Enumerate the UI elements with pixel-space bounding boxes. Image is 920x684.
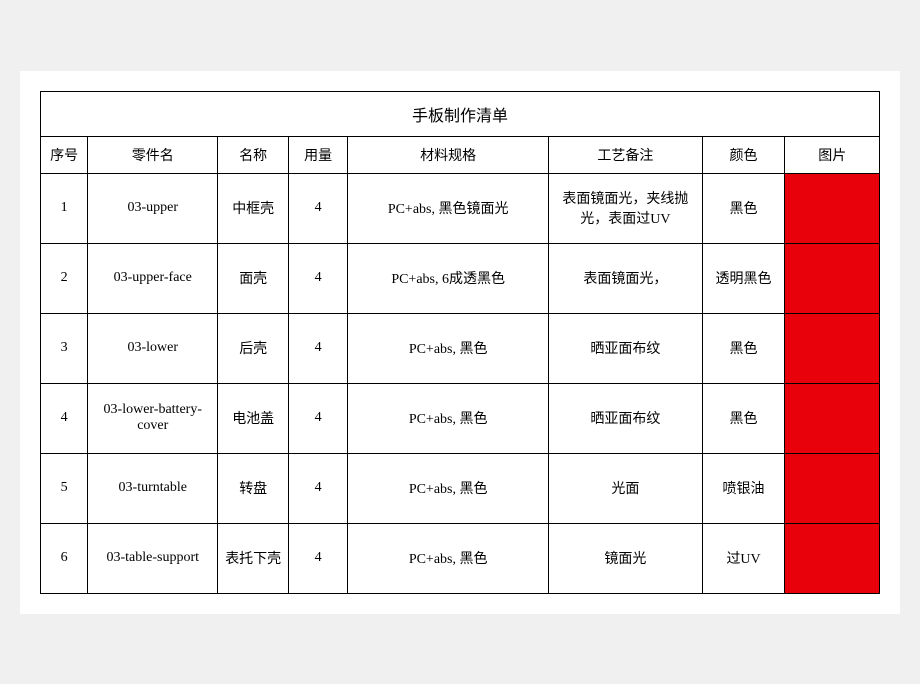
cell-seq: 1	[41, 173, 88, 243]
cell-seq: 5	[41, 453, 88, 523]
page-container: 手板制作清单 序号 零件名 名称 用量 材料规格 工艺备注 颜色 图片 103-…	[20, 71, 900, 614]
cell-qty: 4	[289, 243, 348, 313]
cell-color: 喷银油	[702, 453, 785, 523]
cell-color: 过UV	[702, 523, 785, 593]
cell-part: 03-lower	[88, 313, 218, 383]
cell-craft: 镜面光	[549, 523, 703, 593]
cell-seq: 3	[41, 313, 88, 383]
cell-qty: 4	[289, 383, 348, 453]
cell-spec: PC+abs, 黑色	[348, 453, 549, 523]
cell-craft: 晒亚面布纹	[549, 383, 703, 453]
table-row: 603-table-support表托下壳4PC+abs, 黑色镜面光过UV	[41, 523, 880, 593]
cell-color: 透明黑色	[702, 243, 785, 313]
cell-part: 03-upper	[88, 173, 218, 243]
cell-spec: PC+abs, 黑色	[348, 383, 549, 453]
cell-name: 面壳	[218, 243, 289, 313]
header-craft: 工艺备注	[549, 136, 703, 173]
cell-part: 03-upper-face	[88, 243, 218, 313]
cell-color: 黑色	[702, 313, 785, 383]
cell-color: 黑色	[702, 383, 785, 453]
main-table: 手板制作清单 序号 零件名 名称 用量 材料规格 工艺备注 颜色 图片 103-…	[40, 91, 880, 594]
cell-seq: 6	[41, 523, 88, 593]
header-color: 颜色	[702, 136, 785, 173]
cell-part: 03-turntable	[88, 453, 218, 523]
cell-img	[785, 453, 880, 523]
cell-seq: 2	[41, 243, 88, 313]
cell-craft: 表面镜面光，夹线抛光，表面过UV	[549, 173, 703, 243]
cell-img	[785, 313, 880, 383]
cell-part: 03-lower-battery-cover	[88, 383, 218, 453]
cell-name: 表托下壳	[218, 523, 289, 593]
table-title: 手板制作清单	[41, 91, 880, 136]
cell-img	[785, 173, 880, 243]
header-name: 名称	[218, 136, 289, 173]
cell-seq: 4	[41, 383, 88, 453]
header-img: 图片	[785, 136, 880, 173]
cell-name: 电池盖	[218, 383, 289, 453]
table-row: 503-turntable转盘4PC+abs, 黑色光面喷银油	[41, 453, 880, 523]
header-seq: 序号	[41, 136, 88, 173]
table-row: 303-lower后壳4PC+abs, 黑色晒亚面布纹黑色	[41, 313, 880, 383]
cell-qty: 4	[289, 523, 348, 593]
header-qty: 用量	[289, 136, 348, 173]
cell-craft: 晒亚面布纹	[549, 313, 703, 383]
cell-img	[785, 523, 880, 593]
table-row: 103-upper中框壳4PC+abs, 黑色镜面光表面镜面光，夹线抛光，表面过…	[41, 173, 880, 243]
cell-img	[785, 243, 880, 313]
cell-spec: PC+abs, 黑色镜面光	[348, 173, 549, 243]
header-spec: 材料规格	[348, 136, 549, 173]
cell-qty: 4	[289, 173, 348, 243]
cell-color: 黑色	[702, 173, 785, 243]
cell-name: 中框壳	[218, 173, 289, 243]
cell-qty: 4	[289, 453, 348, 523]
table-row: 203-upper-face面壳4PC+abs, 6成透黑色表面镜面光，透明黑色	[41, 243, 880, 313]
cell-spec: PC+abs, 黑色	[348, 313, 549, 383]
table-row: 403-lower-battery-cover电池盖4PC+abs, 黑色晒亚面…	[41, 383, 880, 453]
title-row: 手板制作清单	[41, 91, 880, 136]
cell-spec: PC+abs, 黑色	[348, 523, 549, 593]
cell-name: 后壳	[218, 313, 289, 383]
header-part: 零件名	[88, 136, 218, 173]
header-row: 序号 零件名 名称 用量 材料规格 工艺备注 颜色 图片	[41, 136, 880, 173]
cell-qty: 4	[289, 313, 348, 383]
cell-part: 03-table-support	[88, 523, 218, 593]
cell-name: 转盘	[218, 453, 289, 523]
cell-craft: 光面	[549, 453, 703, 523]
cell-spec: PC+abs, 6成透黑色	[348, 243, 549, 313]
cell-img	[785, 383, 880, 453]
cell-craft: 表面镜面光，	[549, 243, 703, 313]
